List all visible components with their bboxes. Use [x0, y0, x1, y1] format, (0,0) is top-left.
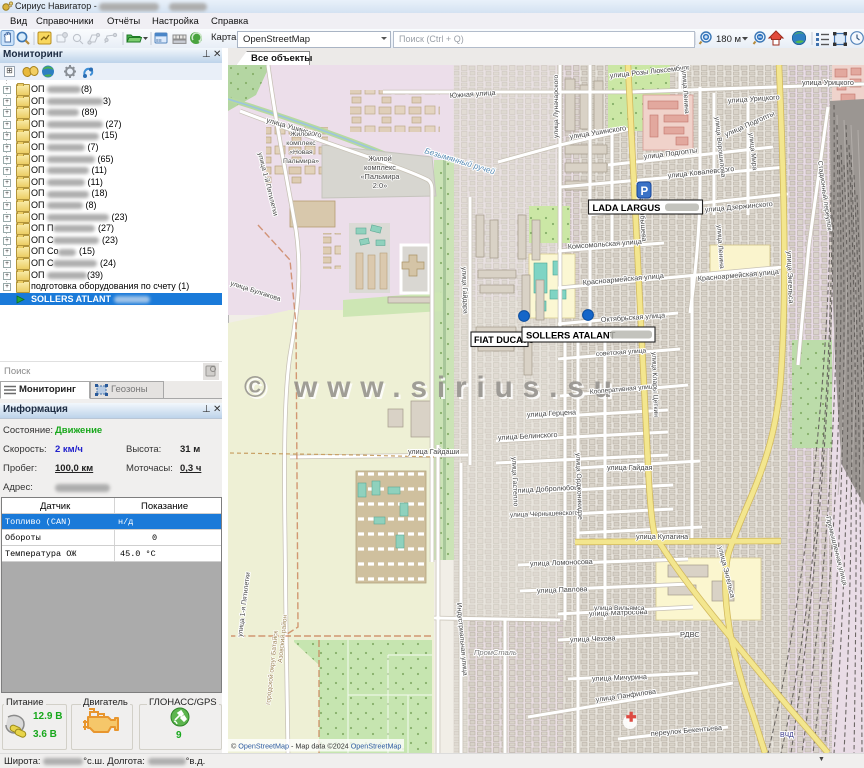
svg-text:комплекс: комплекс [364, 163, 396, 172]
svg-text:улица Павлова: улица Павлова [537, 584, 588, 595]
svg-text:ВЧД: ВЧД [780, 732, 794, 739]
svg-text:ПромСталь: ПромСталь [474, 648, 517, 657]
svg-text:2.0»: 2.0» [373, 181, 387, 190]
svg-text:улица Чехова: улица Чехова [570, 633, 616, 644]
svg-text:улица Энгельса: улица Энгельса [785, 251, 796, 304]
svg-text:улица Гайдая: улица Гайдая [607, 463, 652, 472]
svg-text:180 м: 180 м [716, 34, 741, 45]
svg-text:улица Луначарского: улица Луначарского [553, 74, 560, 138]
svg-text:Жилой: Жилой [368, 154, 392, 163]
svg-text:комплекс: комплекс [286, 140, 316, 147]
svg-text:LADA LARGUS: LADA LARGUS [593, 202, 661, 213]
svg-text:P: P [641, 186, 649, 198]
svg-text:РДВС: РДВС [680, 630, 700, 639]
svg-text:Пальмира»: Пальмира» [283, 158, 319, 165]
svg-text:«Новая: «Новая [289, 149, 313, 156]
svg-text:«Пальмира: «Пальмира [360, 172, 400, 181]
svg-text:улица Гайдара: улица Гайдара [460, 267, 470, 314]
svg-text:улица Урицкого: улица Урицкого [802, 78, 854, 87]
svg-text:≡≡: ≡≡ [156, 38, 162, 44]
svg-text:улица Кулагина: улица Кулагина [636, 532, 688, 541]
svg-text:улица Гайдаши: улица Гайдаши [408, 447, 459, 456]
svg-text:SOLLERS ATALANT: SOLLERS ATALANT [526, 330, 616, 341]
svg-text:улица Мичурина: улица Мичурина [592, 672, 647, 683]
svg-text:© OpenStreetMap - Map data ©20: © OpenStreetMap - Map data ©2024 OpenStr… [231, 742, 401, 751]
svg-text:Жилой: Жилой [290, 130, 312, 138]
svg-text:улица Вильямса: улица Вильямса [594, 605, 645, 612]
